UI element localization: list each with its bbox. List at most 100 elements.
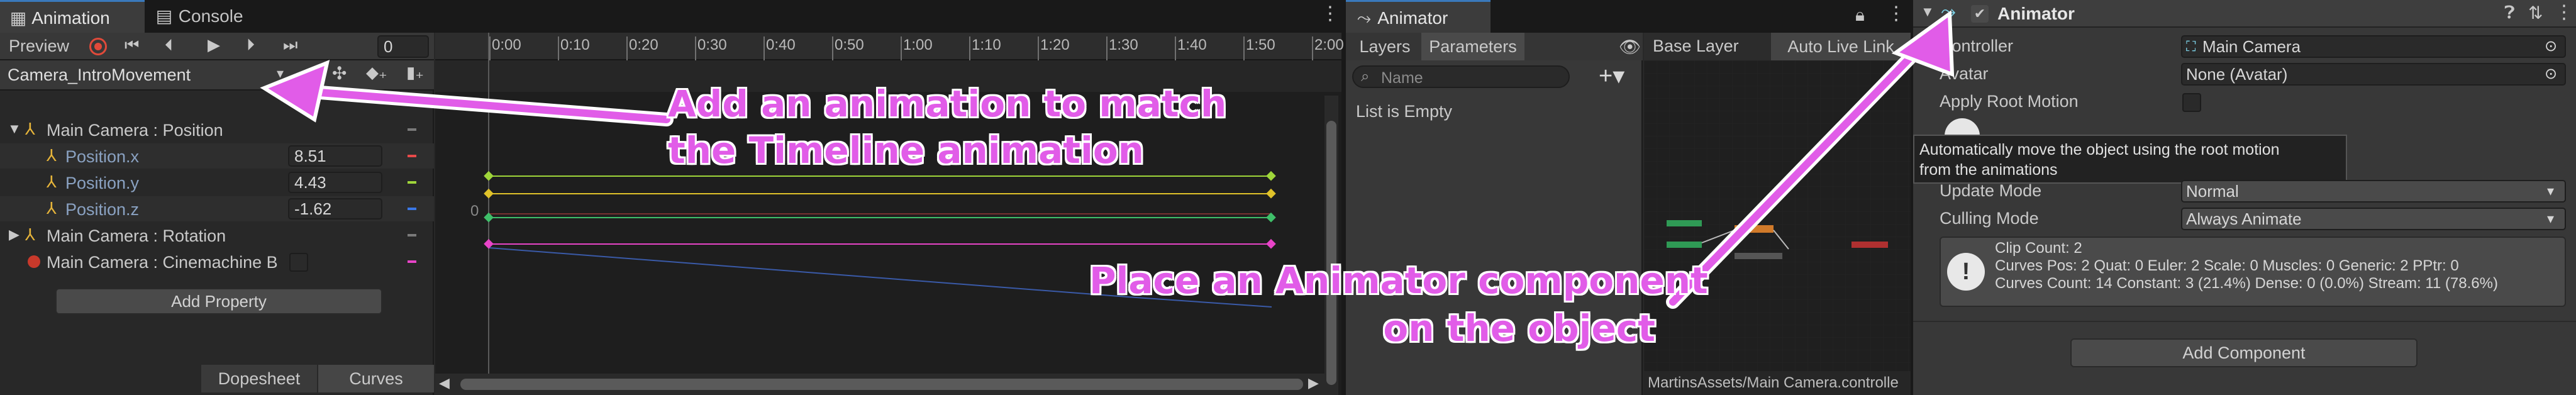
more-menu-icon[interactable]: ⋮ xyxy=(1887,3,1906,25)
frame-field[interactable]: 0 xyxy=(377,35,429,58)
more-menu-icon[interactable]: ⋮ xyxy=(1321,3,1340,25)
default-state-node xyxy=(1735,225,1774,233)
search-icon: ⌕ xyxy=(1361,68,1370,85)
apply-root-motion-checkbox[interactable] xyxy=(2182,93,2201,112)
property-group-rotation[interactable]: ▶ ⅄ Main Camera : Rotation xyxy=(0,223,434,248)
breadcrumb-base-layer[interactable]: Base Layer xyxy=(1653,36,1739,56)
eye-icon[interactable]: 👁︎ xyxy=(1619,36,1641,57)
dash-icon xyxy=(408,234,416,236)
any-state-node xyxy=(1667,242,1702,248)
transform-icon: ⅄ xyxy=(25,120,35,138)
add-event-icon[interactable]: ▮₊ xyxy=(406,63,424,82)
enable-checkbox[interactable]: ✔ xyxy=(1971,5,1989,23)
animation-tab-bar: ▦ Animation ▤ Console ⋮ xyxy=(0,0,1341,33)
tab-curves[interactable]: Curves xyxy=(318,365,434,392)
culling-mode-dropdown[interactable]: Always Animate ▾ xyxy=(2181,208,2566,230)
position-y-field[interactable]: 4.43 xyxy=(288,172,382,193)
help-icon[interactable]: ❓︎ xyxy=(2504,3,2515,23)
inspector-window: ▼ ⤳ ✔ Animator ❓︎ ⇅ ⋮ Controller ⛶ Main … xyxy=(1913,0,2576,395)
exit-node xyxy=(1852,242,1888,248)
playback-toolbar: Preview ⏮ ⏴ ▶ ⏵ ⏭ 0 xyxy=(0,33,434,60)
entry-node xyxy=(1667,220,1702,226)
tab-dopesheet[interactable]: Dopesheet xyxy=(201,365,317,392)
object-picker-icon[interactable]: ⊙ xyxy=(2545,64,2557,84)
transform-icon: ⅄ xyxy=(25,225,35,244)
animator-tab-bar: ⤳ Animator 🔒︎ ⋮ xyxy=(1346,0,1911,33)
avatar-field[interactable]: None (Avatar) ⊙ xyxy=(2181,63,2566,86)
record-icon[interactable] xyxy=(89,38,107,55)
property-row-cinemachine[interactable]: Main Camera : Cinemachine B xyxy=(0,249,434,274)
curve-color-swatch xyxy=(408,181,416,184)
controller-field[interactable]: ⛶ Main Camera ⊙ xyxy=(2181,35,2566,58)
preset-icon[interactable]: ⇅ xyxy=(2528,3,2543,23)
transform-icon: ⅄ xyxy=(47,199,57,218)
preview-button[interactable]: Preview xyxy=(9,36,69,56)
position-x-field[interactable]: 8.51 xyxy=(288,145,382,167)
enabled-checkbox[interactable] xyxy=(289,253,308,272)
add-property-button[interactable]: Add Property xyxy=(55,288,382,314)
annotation-add-animation: Add an animation to match the Timeline a… xyxy=(668,82,1227,172)
position-z-field[interactable]: -1.62 xyxy=(288,198,382,220)
play-icon[interactable]: ▶ xyxy=(208,35,220,55)
search-input[interactable]: ⌕ Name xyxy=(1352,65,1570,88)
horizontal-scrollbar[interactable]: ◀ ▶ xyxy=(435,374,1324,395)
graph-toolbar: Base Layer Auto Live Link xyxy=(1644,33,1911,60)
cinemachine-icon xyxy=(28,255,40,268)
tab-parameters[interactable]: Parameters xyxy=(1421,33,1524,60)
graph-grid xyxy=(1644,60,1911,395)
tab-console[interactable]: ▤ Console xyxy=(148,0,274,33)
component-title: Animator xyxy=(1997,4,2075,23)
auto-live-link-button[interactable]: Auto Live Link xyxy=(1771,33,1911,60)
property-group-position[interactable]: ▼ ⅄ Main Camera : Position xyxy=(0,117,434,142)
expand-arrow-icon[interactable]: ▼ xyxy=(1921,4,1935,20)
next-key-icon[interactable]: ⏵ xyxy=(247,35,255,55)
lock-icon[interactable]: 🔒︎ xyxy=(1855,5,1865,26)
add-parameter-icon[interactable]: +▾ xyxy=(1599,62,1624,90)
tooltip: Automatically move the object using the … xyxy=(1913,135,2347,184)
chevron-down-icon: ▾ xyxy=(2547,211,2555,226)
info-icon: ! xyxy=(1947,253,1985,291)
curve-color-swatch xyxy=(408,208,416,210)
add-keyframe-icon[interactable]: ◆₊ xyxy=(366,63,387,82)
animation-icon: ▦ xyxy=(9,8,27,28)
keyframe xyxy=(484,188,494,199)
clip-selector[interactable]: Camera_IntroMovement xyxy=(8,65,191,85)
tab-animation[interactable]: ▦ Animation xyxy=(0,0,145,33)
clip-info-box: ! Clip Count: 2 Curves Pos: 2 Quat: 0 Eu… xyxy=(1940,236,2566,307)
controller-row: Controller ⛶ Main Camera ⊙ xyxy=(1913,34,2576,59)
key-filter-icon[interactable]: ✣ xyxy=(332,63,347,84)
state-graph[interactable]: Base Layer Auto Live Link MartinsAssets/… xyxy=(1644,33,1911,395)
keyframe xyxy=(1266,170,1276,181)
property-row[interactable]: ⅄ Position.z -1.62 xyxy=(0,196,434,221)
keyframe xyxy=(1266,188,1276,199)
property-row[interactable]: ⅄ Position.x 8.51 xyxy=(0,143,434,169)
keyframe xyxy=(484,170,494,181)
more-menu-icon[interactable]: ⋮ xyxy=(2555,1,2573,23)
prev-key-icon[interactable]: ⏴ xyxy=(165,35,173,55)
animator-component-icon: ⤳ xyxy=(1941,1,1956,22)
object-picker-icon[interactable]: ⊙ xyxy=(2545,36,2557,57)
curve-color-swatch xyxy=(408,260,416,263)
parameter-search-row: ⌕ Name +▾ xyxy=(1346,62,1643,92)
tab-layers[interactable]: Layers xyxy=(1350,33,1420,60)
dash-icon xyxy=(408,128,416,131)
chevron-down-icon: ▾ xyxy=(2547,183,2555,199)
property-list: ▼ ⅄ Main Camera : Position ⅄ Position.x … xyxy=(0,91,434,367)
update-mode-dropdown[interactable]: Normal ▾ xyxy=(2181,180,2566,203)
first-key-icon[interactable]: ⏮ xyxy=(125,35,139,55)
curve-zero-label: 0 xyxy=(470,203,479,220)
component-header[interactable]: ▼ ⤳ ✔ Animator ❓︎ ⇅ ⋮ xyxy=(1913,0,2576,28)
property-row[interactable]: ⅄ Position.y 4.43 xyxy=(0,170,434,195)
empty-list-text: List is Empty xyxy=(1356,102,1453,121)
last-key-icon[interactable]: ⏭ xyxy=(283,35,297,55)
add-component-button[interactable]: Add Component xyxy=(2070,338,2418,367)
keyframe xyxy=(1266,238,1276,249)
tab-animator[interactable]: ⤳ Animator xyxy=(1346,0,1491,33)
annotation-place-animator: Place an Animator component on the objec… xyxy=(1089,259,1708,350)
state-node xyxy=(1735,253,1782,259)
chevron-down-icon[interactable]: ▾ xyxy=(277,65,284,82)
transform-icon: ⅄ xyxy=(47,146,57,165)
curve-color-swatch xyxy=(408,155,416,157)
keyframe xyxy=(484,238,494,249)
console-icon: ▤ xyxy=(155,6,173,26)
